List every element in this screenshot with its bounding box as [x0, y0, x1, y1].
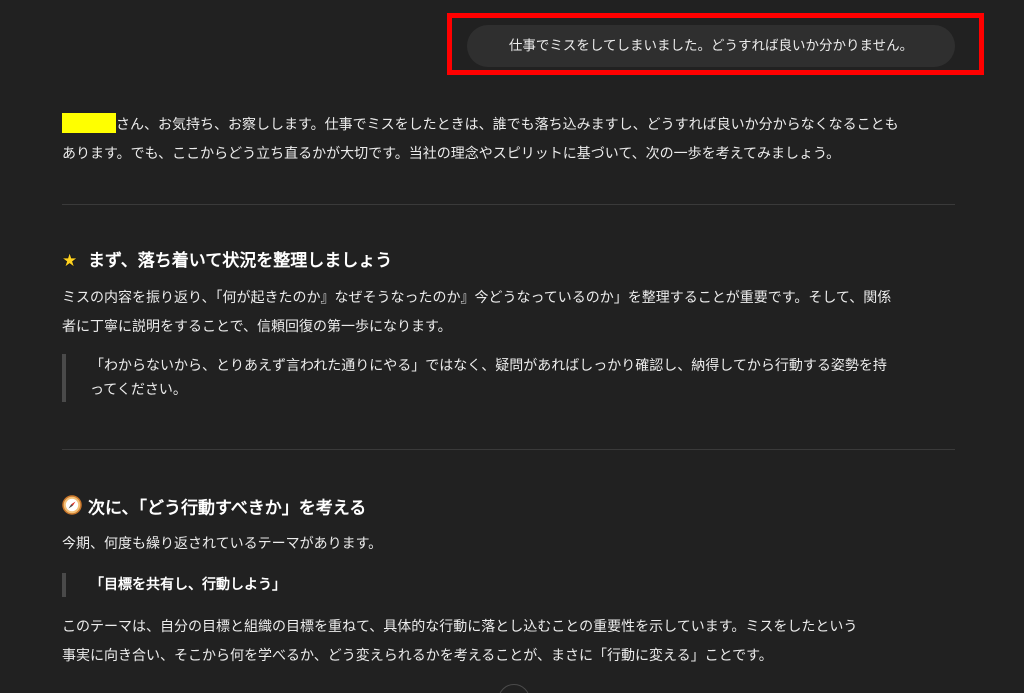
star-icon: ★ [62, 251, 78, 271]
section2-closing: このテーマは、自分の目標と組織の目標を重ねて、具体的な行動に落とし込むことの重要… [62, 613, 962, 671]
user-message-bubble: 仕事でミスをしてしまいました。どうすれば良いか分かりません。 [467, 25, 955, 67]
intro-line-2: あります。でも、ここからどう立ち直るかが大切です。当社の理念やスピリットに基づい… [62, 146, 841, 162]
intro-text-1: さん、お気持ち、お察しします。仕事でミスをしたときは、誰でも落ち込みますし、どう… [116, 117, 899, 133]
assistant-intro: さん、お気持ち、お察しします。仕事でミスをしたときは、誰でも落ち込みますし、どう… [62, 111, 962, 169]
section2-closing-line-1: このテーマは、自分の目標と組織の目標を重ねて、具体的な行動に落とし込むことの重要… [62, 619, 858, 635]
section1-body-line-1: ミスの内容を振り返り、「何が起きたのか』なぜそうなったのか』今どうなっているのか… [62, 290, 892, 306]
chat-view: 仕事でミスをしてしまいました。どうすれば良いか分かりません。 さん、お気持ち、お… [0, 0, 1024, 693]
section2-body: 今期、何度も繰り返されているテーマがあります。 [62, 536, 383, 552]
scroll-down-button[interactable] [498, 684, 530, 693]
section1-heading: ★ まず、落ち着いて状況を整理しましょう [62, 249, 392, 273]
divider-1 [62, 204, 955, 205]
divider-2 [62, 449, 955, 450]
section1-quote-line-1: 「わからないから、とりあえず言われた通りにやる」ではなく、疑問があればしっかり確… [90, 358, 887, 374]
section1-body-line-2: 者に丁寧に説明をすることで、信頼回復の第一歩になります。 [62, 319, 452, 335]
section2-heading-text: 次に、「どう行動すべきか」を考える [88, 498, 367, 519]
section1-heading-text: まず、落ち着いて状況を整理しましょう [88, 251, 393, 271]
section2-quote: 「目標を共有し、行動しよう」 [62, 573, 962, 597]
section2-heading: 次に、「どう行動すべきか」を考える [62, 495, 366, 522]
section1-quote: 「わからないから、とりあえず言われた通りにやる」ではなく、疑問があればしっかり確… [62, 354, 962, 402]
section1-body: ミスの内容を振り返り、「何が起きたのか』なぜそうなったのか』今どうなっているのか… [62, 284, 962, 342]
compass-icon [62, 495, 88, 522]
intro-line-1: さん、お気持ち、お察しします。仕事でミスをしたときは、誰でも落ち込みますし、どう… [62, 111, 962, 140]
section2-closing-line-2: 事実に向き合い、そこから何を学べるか、どう変えられるかを考えることが、まさに「行… [62, 648, 773, 664]
section1-quote-line-2: ってください。 [90, 382, 187, 398]
redacted-name [62, 113, 116, 133]
